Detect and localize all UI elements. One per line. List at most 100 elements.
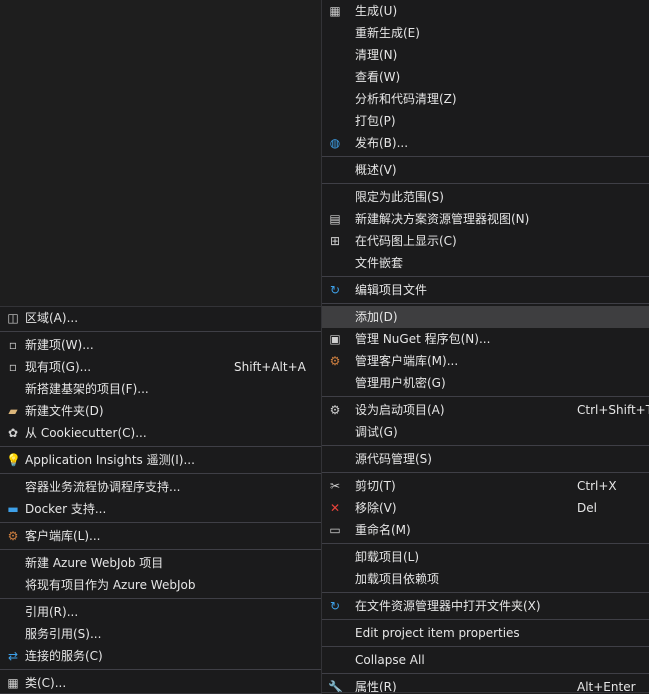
add-item-docker-支持[interactable]: ▬ Docker 支持... (0, 498, 321, 520)
context-item-发布[interactable]: ◍ 发布(B)... (322, 132, 649, 154)
context-item-属性[interactable]: 🔧 属性(R) Alt+Enter (322, 676, 649, 693)
menu-separator (322, 276, 649, 277)
menu-item-label: 服务引用(S)... (25, 627, 102, 641)
context-item-编辑项目文件[interactable]: ↻ 编辑项目文件 (322, 279, 649, 301)
context-item-collapse-all[interactable]: Collapse All (322, 649, 649, 671)
menu-item-shortcut: Ctrl+X (577, 479, 617, 493)
class-icon: ▦ (7, 676, 19, 690)
context-item-重新生成[interactable]: 重新生成(E) (322, 22, 649, 44)
add-item-新建-azure-webjob-项目[interactable]: 新建 Azure WebJob 项目 (0, 552, 321, 574)
add-item-新建项[interactable]: ▫ 新建项(W)... (0, 334, 321, 356)
add-item-将现有项目作为-azure-webjob[interactable]: 将现有项目作为 Azure WebJob (0, 574, 321, 596)
context-item-剪切[interactable]: ✂ 剪切(T) Ctrl+X (322, 475, 649, 497)
menu-separator (322, 673, 649, 674)
add-item-区域[interactable]: ◫ 区域(A)... (0, 307, 321, 329)
context-item-查看[interactable]: 查看(W) (322, 66, 649, 88)
context-item-管理客户端库[interactable]: ⚙ 管理客户端库(M)... (322, 350, 649, 372)
new-folder-icon: ▰ (8, 404, 18, 418)
menu-item-label: 发布(B)... (355, 136, 409, 150)
context-item-调试[interactable]: 调试(G) (322, 421, 649, 443)
menu-item-label: 添加(D) (355, 310, 398, 324)
menu-item-label: 从 Cookiecutter(C)... (25, 426, 147, 440)
context-item-在文件资源管理器中打开文件夹[interactable]: ↻ 在文件资源管理器中打开文件夹(X) (322, 595, 649, 617)
menu-separator (322, 445, 649, 446)
context-item-生成[interactable]: ▦ 生成(U) (322, 0, 649, 22)
menu-item-label: 属性(R) (355, 680, 397, 693)
context-item-edit-project-item-properties[interactable]: Edit project item properties (322, 622, 649, 644)
menu-item-shortcut: Del (577, 501, 597, 515)
menu-separator (0, 473, 321, 474)
context-item-在代码图上显示[interactable]: ⊞ 在代码图上显示(C) (322, 230, 649, 252)
menu-item-label: 查看(W) (355, 70, 401, 84)
cookiecutter-icon: ✿ (7, 426, 19, 440)
properties-wrench-icon: 🔧 (328, 680, 343, 693)
context-item-清理[interactable]: 清理(N) (322, 44, 649, 66)
menu-item-label: 重命名(M) (355, 523, 411, 537)
context-item-限定为此范围[interactable]: 限定为此范围(S) (322, 186, 649, 208)
context-item-概述[interactable]: 概述(V) (322, 159, 649, 181)
add-item-类[interactable]: ▦ 类(C)... (0, 672, 321, 693)
menu-item-label: 打包(P) (355, 114, 396, 128)
menu-item-label: Docker 支持... (25, 502, 107, 516)
context-item-重命名[interactable]: ▭ 重命名(M) (322, 519, 649, 541)
menu-item-label: 加载项目依赖项 (355, 572, 440, 586)
menu-item-label: Collapse All (355, 653, 425, 667)
menu-item-label: 客户端库(L)... (25, 529, 101, 543)
menu-item-label: 新搭建基架的项目(F)... (25, 382, 149, 396)
menu-separator (322, 543, 649, 544)
context-item-管理用户机密[interactable]: 管理用户机密(G) (322, 372, 649, 394)
context-item-设为启动项目[interactable]: ⚙ 设为启动项目(A) Ctrl+Shift+T (322, 399, 649, 421)
add-item-新建文件夹[interactable]: ▰ 新建文件夹(D) (0, 400, 321, 422)
open-folder-refresh-icon: ↻ (329, 599, 341, 613)
menu-separator (0, 669, 321, 670)
context-item-添加[interactable]: 添加(D) (322, 306, 649, 328)
menu-item-label: 文件嵌套 (355, 256, 404, 270)
menu-item-label: 剪切(T) (355, 479, 396, 493)
menu-item-label: 清理(N) (355, 48, 398, 62)
menu-item-label: 连接的服务(C) (25, 649, 103, 663)
context-item-源代码管理[interactable]: 源代码管理(S) (322, 448, 649, 470)
add-item-从-cookiecutter[interactable]: ✿ 从 Cookiecutter(C)... (0, 422, 321, 444)
menu-item-label: 引用(R)... (25, 605, 79, 619)
add-submenu: ◫ 区域(A)... ▫ 新建项(W)... ▫ 现有项(G)... Shift+Alt+A… (0, 306, 322, 694)
new-solution-explorer-view-icon: ▤ (329, 212, 341, 226)
menu-separator (322, 592, 649, 593)
menu-item-label: 类(C)... (25, 676, 67, 690)
menu-item-label: 卸载项目(L) (355, 550, 420, 564)
menu-separator (322, 156, 649, 157)
menu-item-label: 在文件资源管理器中打开文件夹(X) (355, 599, 541, 613)
menu-item-label: 管理客户端库(M)... (355, 354, 459, 368)
context-item-管理-nuget-程序包[interactable]: ▣ 管理 NuGet 程序包(N)... (322, 328, 649, 350)
context-item-分析和代码清理[interactable]: 分析和代码清理(Z) (322, 88, 649, 110)
menu-item-label: 移除(V) (355, 501, 397, 515)
add-item-连接的服务[interactable]: ⇄ 连接的服务(C) (0, 645, 321, 667)
add-item-客户端库[interactable]: ⚙ 客户端库(L)... (0, 525, 321, 547)
context-item-新建解决方案资源管理器视图[interactable]: ▤ 新建解决方案资源管理器视图(N) (322, 208, 649, 230)
menu-item-label: 新建解决方案资源管理器视图(N) (355, 212, 530, 226)
area-icon: ◫ (7, 311, 19, 325)
application-insights-bulb-icon: 💡 (6, 453, 21, 467)
menu-item-label: Edit project item properties (355, 626, 520, 640)
new-item-icon: ▫ (8, 338, 18, 352)
menu-item-label: 生成(U) (355, 4, 398, 18)
add-item-新搭建基架的项目[interactable]: 新搭建基架的项目(F)... (0, 378, 321, 400)
menu-separator (0, 446, 321, 447)
add-item-引用[interactable]: 引用(R)... (0, 601, 321, 623)
nuget-package-icon: ▣ (329, 332, 341, 346)
build-icon: ▦ (329, 4, 341, 18)
context-item-卸载项目[interactable]: 卸载项目(L) (322, 546, 649, 568)
publish-globe-icon: ◍ (329, 136, 341, 150)
menu-item-label: 管理 NuGet 程序包(N)... (355, 332, 491, 346)
add-item-application-insights-遥测[interactable]: 💡 Application Insights 遥测(I)... (0, 449, 321, 471)
add-item-容器业务流程协调程序支持[interactable]: 容器业务流程协调程序支持... (0, 476, 321, 498)
menu-item-label: 新建文件夹(D) (25, 404, 104, 418)
client-library-icon: ⚙ (7, 529, 19, 543)
add-item-现有项[interactable]: ▫ 现有项(G)... Shift+Alt+A (0, 356, 321, 378)
context-item-加载项目依赖项[interactable]: 加载项目依赖项 (322, 568, 649, 590)
menu-item-label: 分析和代码清理(Z) (355, 92, 457, 106)
context-item-移除[interactable]: ✕ 移除(V) Del (322, 497, 649, 519)
add-item-服务引用[interactable]: 服务引用(S)... (0, 623, 321, 645)
context-item-文件嵌套[interactable]: 文件嵌套 (322, 252, 649, 274)
menu-item-label: Application Insights 遥测(I)... (25, 453, 195, 467)
context-item-打包[interactable]: 打包(P) (322, 110, 649, 132)
